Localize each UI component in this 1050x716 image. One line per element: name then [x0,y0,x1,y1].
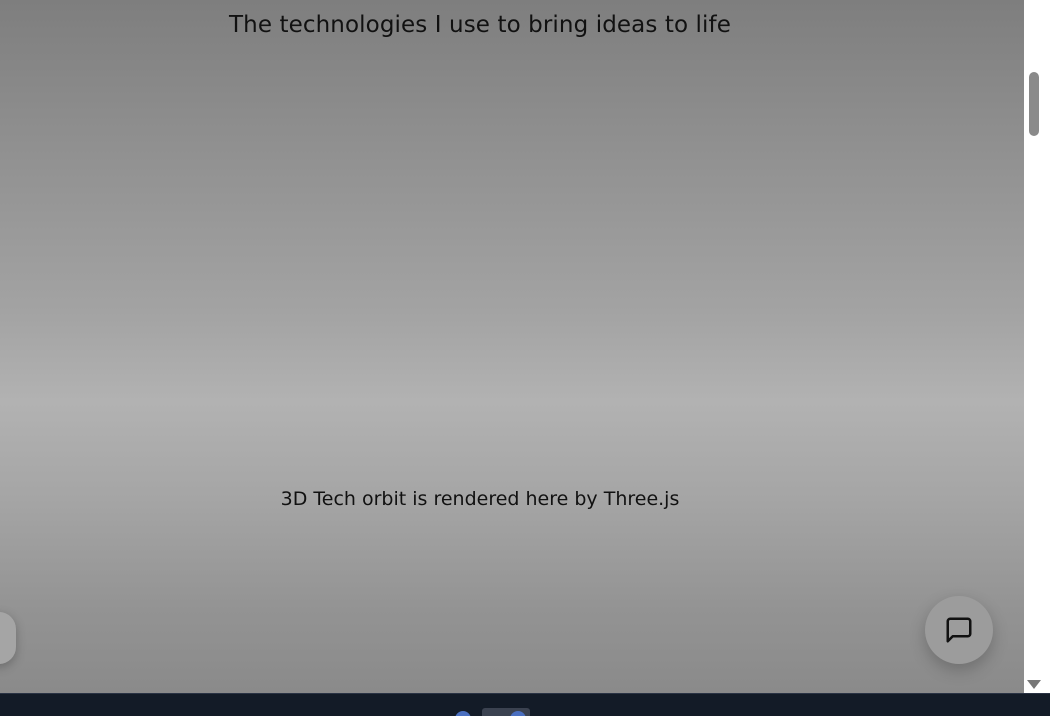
chat-button[interactable] [925,596,993,664]
taskbar [0,693,1050,716]
page-viewport: The technologies I use to bring ideas to… [0,0,1024,693]
side-panel-handle[interactable] [0,612,16,664]
scrollbar-thumb[interactable] [1029,72,1039,136]
section-subtitle: The technologies I use to bring ideas to… [229,12,731,38]
canvas-fallback-text: 3D Tech orbit is rendered here by Three.… [280,488,680,510]
tech-orbit-canvas[interactable] [0,60,1024,640]
taskbar-app-icon[interactable] [455,711,471,716]
vertical-scrollbar[interactable] [1024,0,1050,693]
message-square-icon [944,615,974,645]
scroll-down-arrow-icon[interactable] [1027,680,1041,689]
